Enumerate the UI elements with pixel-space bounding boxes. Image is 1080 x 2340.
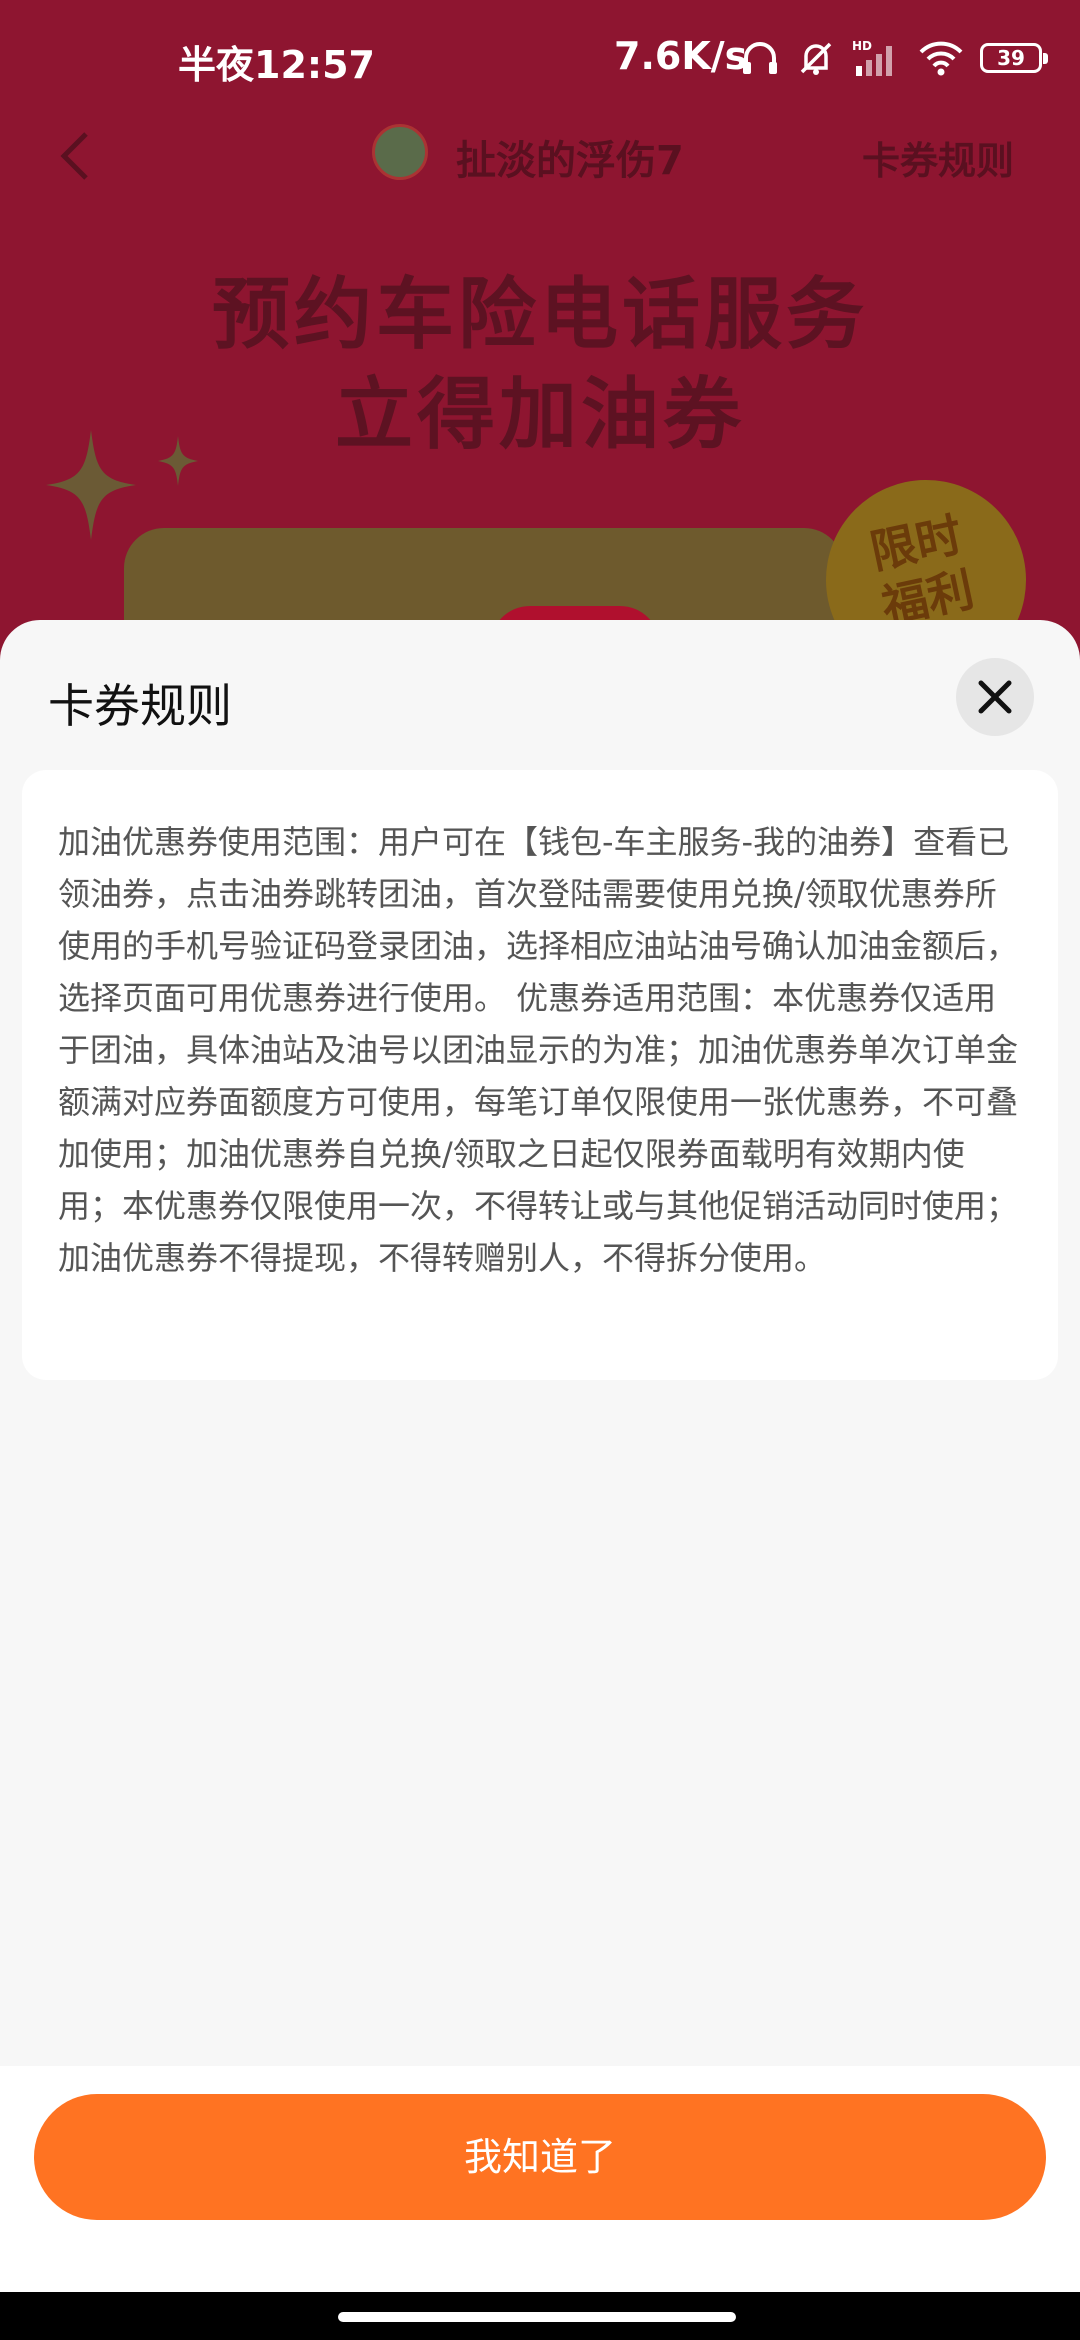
confirm-button[interactable]: 我知道了 (34, 2094, 1046, 2220)
sheet-title: 卡券规则 (48, 679, 232, 733)
chevron-left-icon[interactable] (56, 128, 96, 184)
rules-card: 加油优惠券使用范围：用户可在【钱包-车主服务-我的油券】查看已领油券，点击油券跳… (22, 770, 1058, 1380)
network-speed: 7.6K/s (614, 34, 748, 78)
battery-icon: 39 (980, 43, 1048, 73)
rules-sheet: 卡券规则 加油优惠券使用范围：用户可在【钱包-车主服务-我的油券】查看已领油券，… (0, 620, 1080, 2292)
headset-icon (743, 42, 777, 74)
sparkle-small-icon (158, 436, 198, 486)
gesture-bar (0, 2292, 1080, 2340)
background-page: 半夜12:57 7.6K/s HD 39 扯淡的浮伤7 卡券规则 预约车险电话服… (0, 0, 1080, 700)
status-bar: 半夜12:57 7.6K/s HD 39 (0, 0, 1080, 120)
mute-bell-icon (800, 42, 832, 75)
status-icons: HD 39 (740, 36, 1048, 80)
avatar (372, 124, 428, 180)
wifi-icon (919, 41, 963, 76)
close-icon (978, 680, 1012, 714)
svg-text:HD: HD (852, 39, 872, 53)
rules-text: 加油优惠券使用范围：用户可在【钱包-车主服务-我的油券】查看已领油券，点击油券跳… (58, 823, 1019, 1277)
sparkle-icon (46, 430, 136, 540)
status-time: 半夜12:57 (178, 43, 375, 87)
home-indicator[interactable] (338, 2312, 736, 2322)
bottom-action-bar: 我知道了 (0, 2066, 1080, 2292)
rules-link[interactable]: 卡券规则 (862, 130, 1014, 185)
page-title: 扯淡的浮伤7 (456, 138, 684, 184)
signal-icon: HD (852, 39, 892, 76)
close-button[interactable] (956, 658, 1034, 736)
hero-title-line-1: 预约车险电话服务 (211, 270, 868, 360)
battery-level: 39 (997, 46, 1025, 70)
